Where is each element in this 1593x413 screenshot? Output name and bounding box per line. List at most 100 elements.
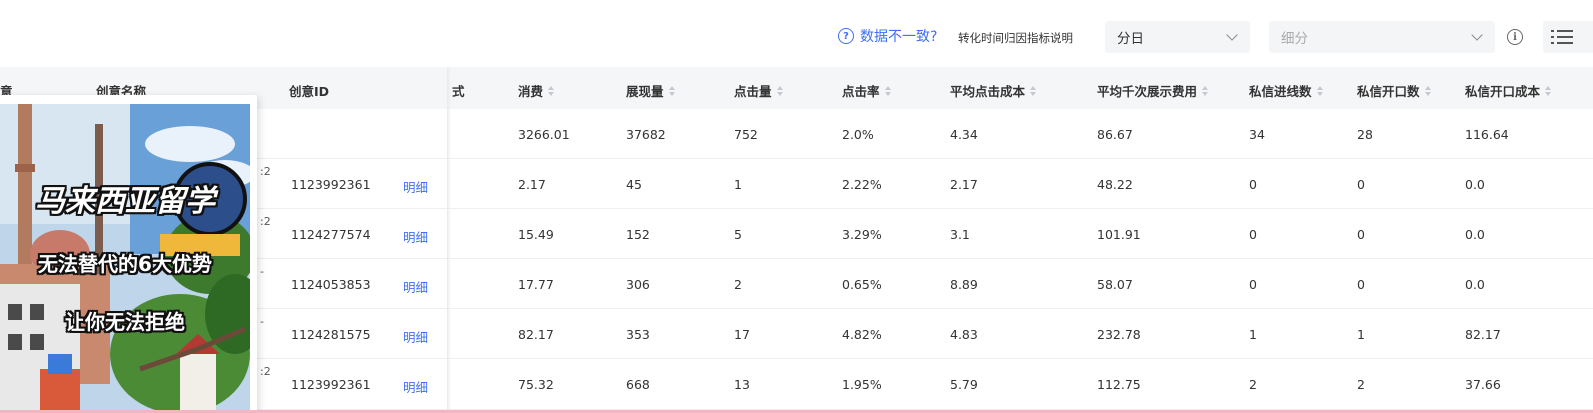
avg-cpm-cell: 112.75 (1097, 377, 1141, 392)
spend-cell: 17.77 (518, 277, 554, 292)
avg-cpm-cell: 101.91 (1097, 227, 1141, 242)
creative-id-cell: 1123992361 (291, 177, 371, 192)
spend-cell: 75.32 (518, 377, 554, 392)
creative-id-cell: 1124281575 (291, 327, 371, 342)
fixed-column-divider (447, 67, 451, 413)
cell-fragment: :2 (260, 165, 271, 178)
detail-link[interactable]: 明细 (403, 227, 428, 246)
thumbnail-subhead: 无法替代的6大优势 (38, 252, 212, 276)
sort-icon[interactable] (776, 85, 783, 96)
ctr-cell: 1.95% (842, 377, 882, 392)
cell-fragment: - (260, 265, 264, 278)
thumbnail-headline: 马来西亚留学 (35, 184, 215, 219)
summary-dm-open-cost: 116.64 (1465, 127, 1509, 142)
column-header-partial-2: 式 (452, 84, 465, 99)
summary-impressions: 37682 (626, 127, 666, 142)
column-header-ctr[interactable]: 点击率 (842, 81, 891, 100)
sort-icon[interactable] (668, 85, 675, 96)
cell-fragment: :2 (260, 215, 271, 228)
avg-cpm-cell: 58.07 (1097, 277, 1133, 292)
ctr-cell: 4.82% (842, 327, 882, 342)
summary-dm-leads: 34 (1249, 127, 1265, 142)
detail-link[interactable]: 明细 (403, 277, 428, 296)
dm-opens-cell: 1 (1357, 327, 1365, 342)
summary-spend: 3266.01 (518, 127, 570, 142)
sort-icon[interactable] (1424, 85, 1431, 96)
clicks-cell: 13 (734, 377, 750, 392)
dm-leads-cell: 0 (1249, 177, 1257, 192)
dm-opens-cell: 0 (1357, 277, 1365, 292)
sort-icon[interactable] (1202, 85, 1209, 96)
impressions-cell: 353 (626, 327, 650, 342)
avg-cpc-cell: 3.1 (950, 227, 970, 242)
spend-cell: 82.17 (518, 327, 554, 342)
avg-cpm-cell: 48.22 (1097, 177, 1133, 192)
column-header-avg-cpc[interactable]: 平均点击成本 (950, 81, 1037, 100)
dm-opens-cell: 2 (1357, 377, 1365, 392)
thumbnail-tagline: 让你无法拒绝 (65, 310, 185, 334)
dm-leads-cell: 0 (1249, 227, 1257, 242)
clicks-cell: 17 (734, 327, 750, 342)
clicks-cell: 1 (734, 177, 742, 192)
dm-open-cost-cell: 82.17 (1465, 327, 1501, 342)
data-inconsistency-link[interactable]: ? 数据不一致? (838, 26, 937, 46)
column-header-dm-opens[interactable]: 私信开口数 (1357, 81, 1431, 100)
column-header-dm-leads[interactable]: 私信进线数 (1249, 81, 1323, 100)
cell-fragment: - (260, 315, 264, 328)
summary-avg-cpc: 4.34 (950, 127, 978, 142)
dm-open-cost-cell: 0.0 (1465, 227, 1485, 242)
impressions-cell: 45 (626, 177, 642, 192)
sort-icon[interactable] (1316, 85, 1323, 96)
impressions-cell: 306 (626, 277, 650, 292)
sort-icon[interactable] (1030, 85, 1037, 96)
column-header-spend[interactable]: 消费 (518, 81, 555, 100)
toolbar: ? 数据不一致? 转化时间归因指标说明 分日 细分 i (0, 0, 1593, 67)
creative-id-cell: 1124053853 (291, 277, 371, 292)
detail-link[interactable]: 明细 (403, 377, 428, 396)
column-header-impressions[interactable]: 展现量 (626, 81, 675, 100)
sort-icon[interactable] (884, 85, 891, 96)
spend-cell: 2.17 (518, 177, 546, 192)
cell-fragment: :2 (260, 365, 271, 378)
question-circle-icon: ? (838, 28, 854, 44)
summary-ctr: 2.0% (842, 127, 874, 142)
summary-avg-cpm: 86.67 (1097, 127, 1133, 142)
impressions-cell: 668 (626, 377, 650, 392)
ctr-cell: 0.65% (842, 277, 882, 292)
dm-leads-cell: 0 (1249, 277, 1257, 292)
attribution-explanation-link[interactable]: 转化时间归因指标说明 (958, 30, 1073, 46)
info-icon[interactable]: i (1507, 29, 1523, 45)
segment-select-placeholder: 细分 (1281, 31, 1308, 47)
summary-dm-opens: 28 (1357, 127, 1373, 142)
chevron-down-icon (1471, 29, 1483, 41)
avg-cpc-cell: 2.17 (950, 177, 978, 192)
avg-cpm-cell: 232.78 (1097, 327, 1141, 342)
impressions-cell: 152 (626, 227, 650, 242)
sort-icon[interactable] (548, 85, 555, 96)
dm-open-cost-cell: 37.66 (1465, 377, 1501, 392)
detail-link[interactable]: 明细 (403, 327, 428, 346)
avg-cpc-cell: 5.79 (950, 377, 978, 392)
hint-main-label: 数据不一致? (860, 29, 938, 45)
column-settings-button[interactable] (1543, 21, 1593, 53)
creative-id-cell: 1124277574 (291, 227, 371, 242)
list-icon (1551, 30, 1554, 32)
granularity-select[interactable]: 分日 (1105, 21, 1250, 53)
creative-thumbnail-preview: 马来西亚留学 无法替代的6大优势 让你无法拒绝 (0, 95, 257, 413)
ctr-cell: 2.22% (842, 177, 882, 192)
clicks-cell: 5 (734, 227, 742, 242)
granularity-select-value: 分日 (1117, 31, 1144, 47)
detail-link[interactable]: 明细 (403, 177, 428, 196)
column-header-avg-cpm[interactable]: 平均千次展示费用 (1097, 81, 1209, 100)
segment-select[interactable]: 细分 (1269, 21, 1495, 53)
chevron-down-icon (1226, 29, 1238, 41)
column-header-clicks[interactable]: 点击量 (734, 81, 783, 100)
creative-thumbnail-image: 马来西亚留学 无法替代的6大优势 让你无法拒绝 (0, 104, 250, 413)
dm-leads-cell: 1 (1249, 327, 1257, 342)
dm-opens-cell: 0 (1357, 227, 1365, 242)
dm-open-cost-cell: 0.0 (1465, 277, 1485, 292)
sort-icon[interactable] (1545, 85, 1552, 96)
clicks-cell: 2 (734, 277, 742, 292)
avg-cpc-cell: 8.89 (950, 277, 978, 292)
column-header-dm-open-cost[interactable]: 私信开口成本 (1465, 81, 1552, 100)
